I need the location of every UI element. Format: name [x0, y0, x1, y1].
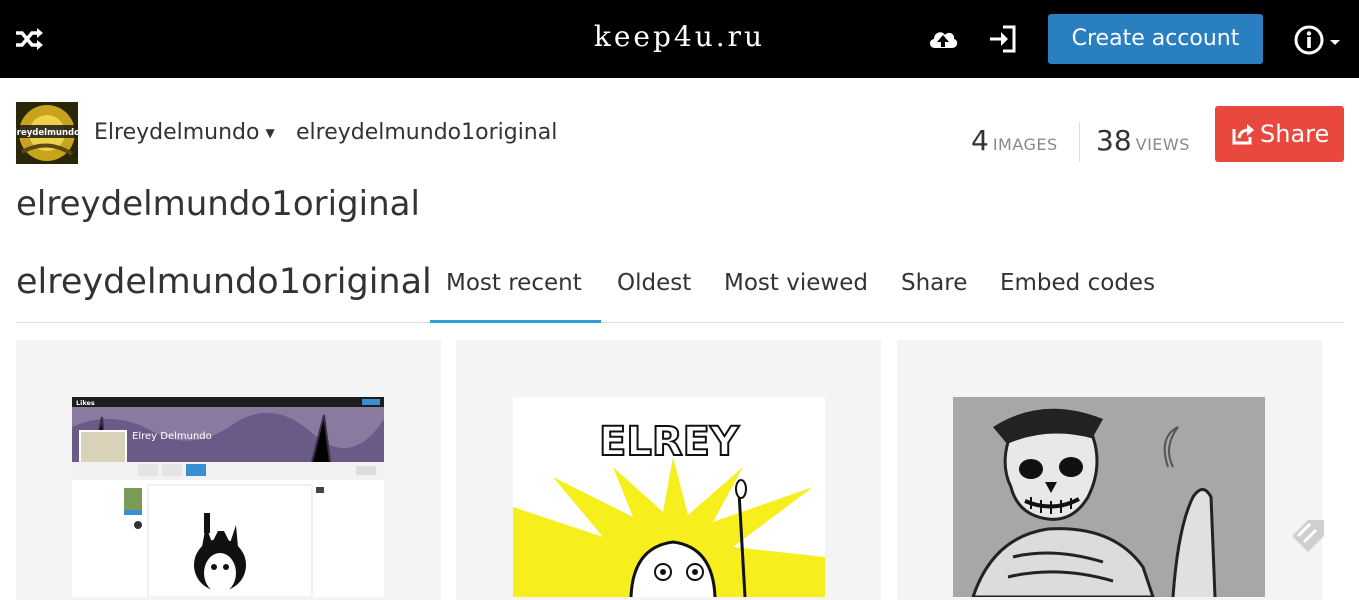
create-account-button[interactable]: Create account	[1048, 14, 1263, 64]
views-stat: 38 VIEWS	[1096, 124, 1190, 164]
image-card[interactable]: ELREY	[456, 340, 881, 600]
tabs-divider	[16, 322, 1344, 323]
tab-most-viewed[interactable]: Most viewed	[724, 270, 868, 296]
share-button[interactable]: Share	[1215, 106, 1344, 162]
images-count: 4	[971, 124, 989, 157]
user-name: Elreydelmundo	[94, 120, 260, 145]
share-icon	[1232, 124, 1254, 145]
tabs-title: elreydelmundo1original	[16, 262, 432, 302]
share-label: Share	[1260, 120, 1330, 148]
upload-cloud-icon[interactable]	[927, 26, 959, 52]
views-count: 38	[1096, 124, 1132, 157]
sign-in-icon[interactable]	[987, 24, 1019, 54]
image-card[interactable]	[897, 340, 1322, 600]
image-thumbnail[interactable]: Likes Elrey Delmundo	[72, 397, 384, 597]
tab-most-recent[interactable]: Most recent	[446, 270, 582, 296]
tab-oldest[interactable]: Oldest	[617, 270, 691, 296]
thumb-header: Elrey Delmundo	[132, 431, 212, 442]
user-dropdown[interactable]: Elreydelmundo ▼	[94, 120, 275, 145]
tab-embed-codes[interactable]: Embed codes	[1000, 270, 1155, 296]
views-label: VIEWS	[1135, 135, 1190, 154]
stats-divider	[1079, 122, 1080, 162]
active-tab-indicator	[430, 320, 601, 323]
caret-down-icon: ▼	[265, 126, 275, 140]
image-thumbnail[interactable]	[953, 397, 1265, 597]
thumb-label: ELREY	[599, 419, 740, 465]
images-stat: 4 IMAGES	[971, 124, 1058, 164]
tab-share[interactable]: Share	[901, 270, 967, 296]
thumb-label: Likes	[76, 399, 95, 407]
image-card[interactable]: Likes Elrey Delmundo	[16, 340, 441, 600]
shuffle-icon[interactable]	[12, 24, 46, 54]
top-navbar: keep4u.ru Create account	[0, 0, 1359, 78]
info-icon[interactable]	[1293, 24, 1347, 56]
avatar[interactable]: elreydelmundo1	[16, 102, 78, 164]
breadcrumb-album[interactable]: elreydelmundo1original	[296, 120, 557, 145]
page-title: elreydelmundo1original	[16, 184, 420, 224]
images-label: IMAGES	[992, 135, 1058, 154]
feedback-tag-icon[interactable]	[1288, 514, 1330, 554]
image-thumbnail[interactable]: ELREY	[513, 397, 825, 597]
avatar-text: elreydelmundo1	[16, 128, 78, 138]
